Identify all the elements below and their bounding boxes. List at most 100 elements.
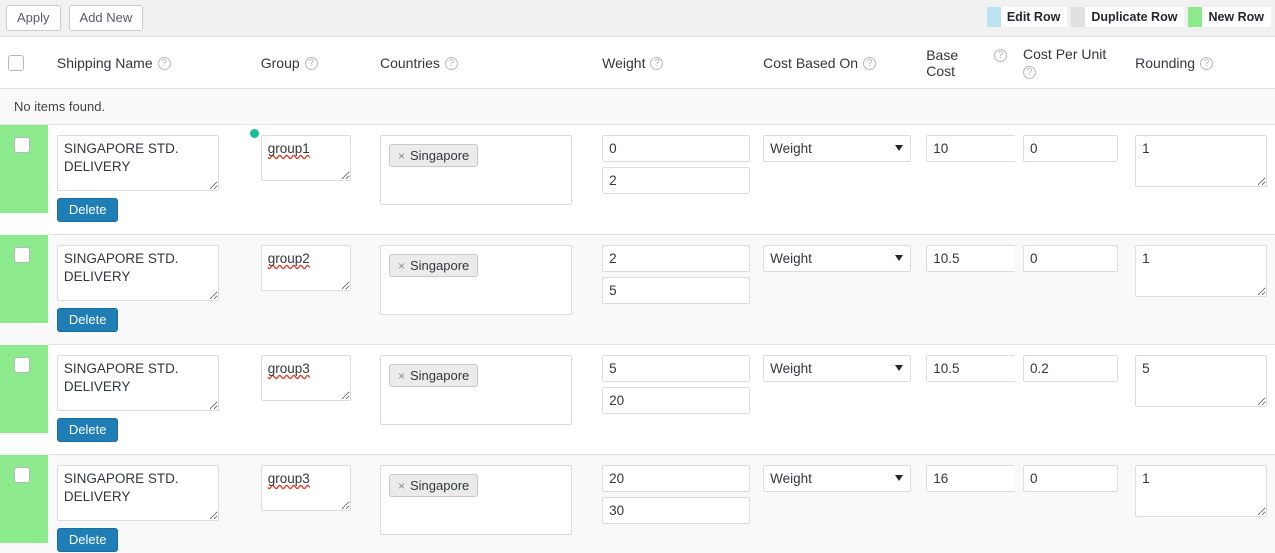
table-row: SINGAPORE STD. DELIVERY Delete group3 × … [0,455,1275,553]
help-icon-base-cost[interactable]: ? [994,49,1007,62]
cost-per-unit-input[interactable] [1023,355,1118,382]
cell-shipping-name: SINGAPORE STD. DELIVERY Delete [49,235,253,345]
weight-max-input[interactable] [602,277,750,304]
rounding-input[interactable]: 1 [1135,135,1267,187]
cost-per-unit-input[interactable] [1023,465,1118,492]
no-items-row: No items found. [0,89,1275,125]
rounding-input[interactable]: 1 [1135,465,1267,517]
shipping-name-input[interactable]: SINGAPORE STD. DELIVERY [57,465,219,521]
help-icon-countries[interactable]: ? [445,57,458,70]
base-cost-input[interactable] [926,355,1021,382]
help-icon-weight[interactable]: ? [650,57,663,70]
cost-based-on-select[interactable]: Weight [763,135,911,162]
legend-item-edit-row: Edit Row [987,7,1067,27]
cell-base-cost [918,125,1015,235]
country-tag[interactable]: × Singapore [389,254,478,277]
cell-cost-based-on: Weight [755,125,918,235]
cell-weight [594,345,755,455]
weight-min-input[interactable] [602,245,750,272]
country-tag-label: Singapore [410,478,469,493]
table-row: SINGAPORE STD. DELIVERY Delete group3 × … [0,345,1275,455]
row-select-checkbox[interactable] [14,247,30,263]
cell-countries: × Singapore [372,125,594,235]
cost-based-on-select[interactable]: Weight [763,245,911,272]
base-cost-input[interactable] [926,465,1021,492]
delete-button[interactable]: Delete [57,198,119,222]
group-input[interactable]: group1 [261,135,351,181]
cost-based-on-select[interactable]: Weight [763,465,911,492]
header-label-base-cost: Base Cost [926,47,989,79]
weight-max-input[interactable] [602,387,750,414]
group-input[interactable]: group3 [261,355,351,401]
weight-max-input[interactable] [602,497,750,524]
weight-max-input[interactable] [602,167,750,194]
weight-min-input[interactable] [602,355,750,382]
country-tag[interactable]: × Singapore [389,364,478,387]
delete-button[interactable]: Delete [57,528,119,552]
row-status-cell [0,235,49,345]
help-icon-group[interactable]: ? [305,57,318,70]
help-icon-cost-per-unit[interactable]: ? [1023,66,1036,79]
legend-label-new-row: New Row [1202,7,1271,27]
shipping-rates-page: Apply Add New Edit Row Duplicate Row New… [0,0,1275,553]
help-icon-rounding[interactable]: ? [1200,57,1213,70]
header-label-cost-per-unit: Cost Per Unit [1023,46,1106,62]
cell-group: group1 [253,125,372,235]
countries-select[interactable]: × Singapore [380,465,572,535]
help-icon-shipping-name[interactable]: ? [158,57,171,70]
row-status-indicator-new [0,235,48,323]
row-select-checkbox[interactable] [14,357,30,373]
apply-button[interactable]: Apply [6,5,61,31]
remove-country-icon[interactable]: × [398,369,405,383]
delete-button[interactable]: Delete [57,418,119,442]
cell-cost-based-on: Weight [755,455,918,553]
legend-swatch-duplicate-row [1071,7,1085,27]
cost-per-unit-input[interactable] [1023,245,1118,272]
row-select-checkbox[interactable] [14,137,30,153]
base-cost-input[interactable] [926,135,1021,162]
add-new-button[interactable]: Add New [69,5,144,31]
header-weight: Weight ? [594,37,755,89]
cell-cost-based-on: Weight [755,345,918,455]
shipping-name-input[interactable]: SINGAPORE STD. DELIVERY [57,135,219,191]
header-base-cost: Base Cost ? [918,37,1015,89]
header-rounding: Rounding ? [1127,37,1275,89]
remove-country-icon[interactable]: × [398,149,405,163]
remove-country-icon[interactable]: × [398,259,405,273]
header-cost-based-on: Cost Based On ? [755,37,918,89]
group-input[interactable]: group3 [261,465,351,511]
select-all-checkbox[interactable] [8,55,24,71]
row-status-cell [0,125,49,235]
rounding-input[interactable]: 5 [1135,355,1267,407]
country-tag[interactable]: × Singapore [389,144,478,167]
cost-based-on-select[interactable]: Weight [763,355,911,382]
base-cost-input[interactable] [926,245,1021,272]
cell-countries: × Singapore [372,235,594,345]
cell-rounding: 5 [1127,345,1275,455]
remove-country-icon[interactable]: × [398,479,405,493]
shipping-name-input[interactable]: SINGAPORE STD. DELIVERY [57,245,219,301]
country-tag[interactable]: × Singapore [389,474,478,497]
cell-cost-per-unit [1015,345,1127,455]
delete-button[interactable]: Delete [57,308,119,332]
group-input[interactable]: group2 [261,245,351,291]
cost-per-unit-input[interactable] [1023,135,1118,162]
weight-min-input[interactable] [602,465,750,492]
legend-label-edit-row: Edit Row [1001,7,1067,27]
help-icon-cost-based-on[interactable]: ? [863,57,876,70]
country-tag-label: Singapore [410,258,469,273]
rounding-input[interactable]: 1 [1135,245,1267,297]
legend-item-new-row: New Row [1188,7,1271,27]
cell-weight [594,125,755,235]
row-select-checkbox[interactable] [14,467,30,483]
table-toolbar: Apply Add New Edit Row Duplicate Row New… [0,0,1275,36]
countries-select[interactable]: × Singapore [380,355,572,425]
countries-select[interactable]: × Singapore [380,245,572,315]
cell-base-cost [918,235,1015,345]
countries-select[interactable]: × Singapore [380,135,572,205]
cell-cost-per-unit [1015,125,1127,235]
cell-group: group3 [253,455,372,553]
cell-cost-based-on: Weight [755,235,918,345]
shipping-name-input[interactable]: SINGAPORE STD. DELIVERY [57,355,219,411]
weight-min-input[interactable] [602,135,750,162]
